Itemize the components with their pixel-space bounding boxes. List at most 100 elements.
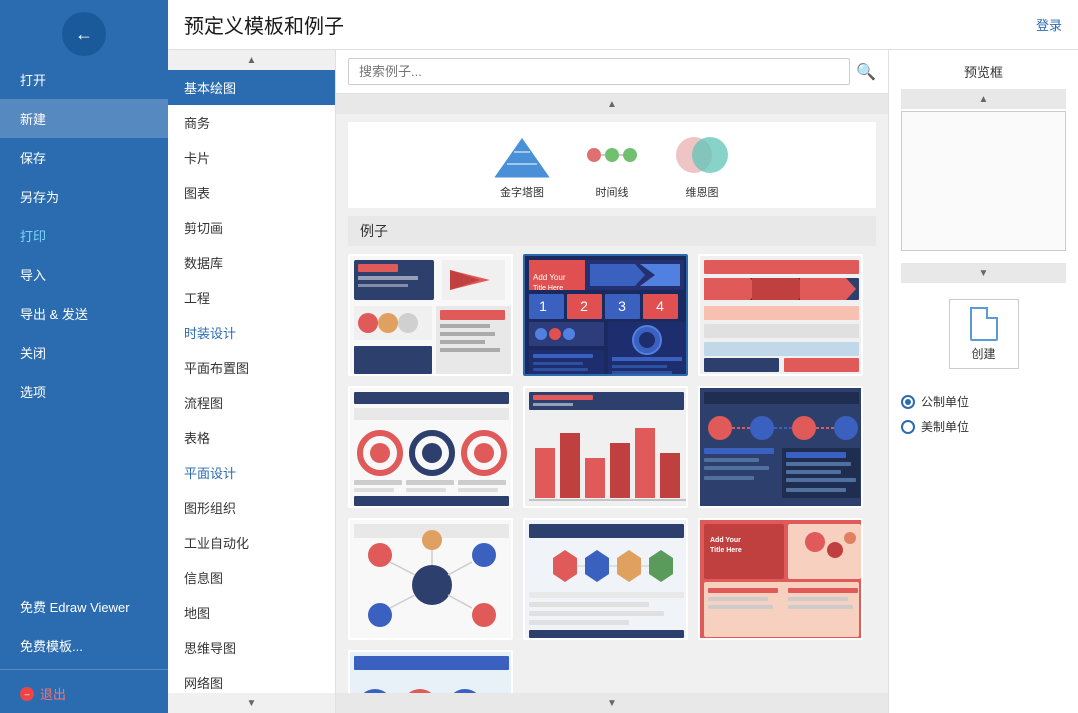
category-item-floorplan[interactable]: 平面布置图	[168, 350, 335, 385]
category-item-flat-design[interactable]: 平面设计	[168, 455, 335, 490]
svg-text:Title Here: Title Here	[710, 547, 742, 554]
sidebar-item-close[interactable]: 关闭	[0, 333, 168, 372]
sidebar-item-open[interactable]: 打开	[0, 60, 168, 99]
sidebar-item-new[interactable]: 新建	[0, 99, 168, 138]
gallery-scroll-down[interactable]: ▼	[336, 693, 888, 713]
sidebar-item-viewer[interactable]: 免费 Edraw Viewer	[0, 587, 168, 626]
search-button[interactable]: 🔍	[856, 62, 876, 82]
category-item-chart[interactable]: 图表	[168, 175, 335, 210]
template-card-3[interactable]	[698, 254, 863, 376]
template-card-8[interactable]	[523, 518, 688, 640]
back-button[interactable]: ←	[62, 12, 106, 56]
preview-panel: 预览框 ▲ ▼ 创建 公制单位 美制单位	[888, 50, 1078, 713]
category-item-engineering[interactable]: 工程	[168, 280, 335, 315]
sidebar-item-import[interactable]: 导入	[0, 255, 168, 294]
metric-label: 公制单位	[921, 393, 969, 410]
category-item-infographic[interactable]: 信息图	[168, 560, 335, 595]
top-bar: 预定义模板和例子 登录	[168, 0, 1078, 50]
pyramid-icon	[492, 136, 552, 180]
metric-radio-circle	[901, 395, 915, 409]
imperial-label: 美制单位	[921, 418, 969, 435]
svg-text:1: 1	[539, 298, 547, 314]
template-thumb-4	[350, 388, 513, 508]
search-bar: 🔍	[336, 50, 888, 94]
gallery-inner: 金字塔图	[336, 114, 888, 693]
category-item-industrial[interactable]: 工业自动化	[168, 525, 335, 560]
sidebar-item-save-as[interactable]: 另存为	[0, 177, 168, 216]
preview-scroll-down[interactable]: ▼	[901, 263, 1066, 283]
sidebar-item-options[interactable]: 选项	[0, 372, 168, 411]
sidebar-item-save[interactable]: 保存	[0, 138, 168, 177]
category-item-map[interactable]: 地图	[168, 595, 335, 630]
template-thumb-1	[350, 256, 513, 376]
template-thumb-7	[350, 520, 513, 640]
category-scroll-up[interactable]: ▲	[168, 50, 335, 70]
svg-text:Add Your: Add Your	[533, 273, 566, 282]
template-card-4[interactable]	[348, 386, 513, 508]
sidebar-item-free-template[interactable]: 免费模板...	[0, 626, 168, 665]
page-title: 预定义模板和例子	[184, 10, 344, 39]
category-item-fashion[interactable]: 时装设计	[168, 315, 335, 350]
template-venn[interactable]: 维恩图	[667, 130, 737, 200]
sidebar-item-print[interactable]: 打印	[0, 216, 168, 255]
sidebar-item-export[interactable]: 导出 & 发送	[0, 294, 168, 333]
timeline-icon	[582, 140, 642, 170]
category-item-basic[interactable]: 基本绘图	[168, 70, 335, 105]
unit-imperial[interactable]: 美制单位	[901, 418, 1066, 435]
venn-icon	[672, 133, 732, 177]
category-item-business[interactable]: 商务	[168, 105, 335, 140]
top-templates-row: 金字塔图	[348, 122, 876, 208]
preview-title-label: 预览框	[901, 62, 1066, 81]
category-item-table[interactable]: 表格	[168, 420, 335, 455]
sidebar-item-exit[interactable]: – 退出	[0, 674, 168, 713]
pyramid-label: 金字塔图	[500, 184, 544, 200]
template-card-10[interactable]	[348, 650, 513, 693]
template-card-9[interactable]: Add Your Title Here	[698, 518, 863, 640]
exit-icon: –	[20, 687, 34, 701]
template-card-7[interactable]	[348, 518, 513, 640]
template-timeline[interactable]: 时间线	[577, 130, 647, 200]
category-item-database[interactable]: 数据库	[168, 245, 335, 280]
category-item-flowchart[interactable]: 流程图	[168, 385, 335, 420]
svg-text:4: 4	[656, 298, 664, 314]
svg-text:2: 2	[580, 298, 588, 314]
category-scroll-down[interactable]: ▼	[168, 693, 335, 713]
category-item-clip[interactable]: 剪切画	[168, 210, 335, 245]
search-input[interactable]	[348, 58, 850, 85]
template-pyramid[interactable]: 金字塔图	[487, 130, 557, 200]
file-icon	[970, 307, 998, 341]
template-thumb-3	[700, 256, 863, 376]
category-list: 基本绘图 商务 卡片 图表 剪切画 数据库 工程 时装设计 平面布置图 流程图 …	[168, 70, 336, 693]
create-button-label: 创建	[971, 345, 995, 362]
preview-scroll-up[interactable]: ▲	[901, 89, 1066, 109]
category-panel: ▲ 基本绘图 商务 卡片 图表 剪切画 数据库 工程 时装设计 平面布置图 流程…	[168, 50, 336, 713]
imperial-radio-circle	[901, 420, 915, 434]
preview-frame	[901, 111, 1066, 251]
gallery-scroll-up[interactable]: ▲	[336, 94, 888, 114]
category-item-shape-org[interactable]: 图形组织	[168, 490, 335, 525]
gallery-area: 🔍 ▲	[336, 50, 888, 713]
category-item-network[interactable]: 网络图	[168, 665, 335, 693]
template-grid: Add Your Title Here 1 2	[348, 254, 876, 693]
main-area: 预定义模板和例子 登录 ▲ 基本绘图 商务 卡片 图表 剪切画 数据库 工程 时…	[168, 0, 1078, 713]
sidebar-divider	[0, 669, 168, 670]
category-item-mindmap[interactable]: 思维导图	[168, 630, 335, 665]
login-link[interactable]: 登录	[1036, 15, 1062, 34]
template-card-5[interactable]	[523, 386, 688, 508]
unit-metric[interactable]: 公制单位	[901, 393, 1066, 410]
template-card-2[interactable]: Add Your Title Here 1 2	[523, 254, 688, 376]
template-card-1[interactable]	[348, 254, 513, 376]
template-card-6[interactable]	[698, 386, 863, 508]
template-thumb-9: Add Your Title Here	[700, 520, 863, 640]
svg-text:Title Here: Title Here	[533, 285, 563, 292]
gallery-scroll-container: ▲	[336, 94, 888, 713]
template-thumb-8	[525, 520, 688, 640]
examples-section-header: 例子	[348, 216, 876, 246]
template-thumb-6	[700, 388, 863, 508]
venn-label: 维恩图	[686, 184, 719, 200]
sidebar: ← 打开 新建 保存 另存为 打印 导入 导出 & 发送 关闭 选项 免费 Ed…	[0, 0, 168, 713]
create-button[interactable]: 创建	[949, 299, 1019, 369]
category-item-card[interactable]: 卡片	[168, 140, 335, 175]
template-thumb-2: Add Your Title Here 1 2	[525, 256, 688, 376]
template-thumb-5	[525, 388, 688, 508]
